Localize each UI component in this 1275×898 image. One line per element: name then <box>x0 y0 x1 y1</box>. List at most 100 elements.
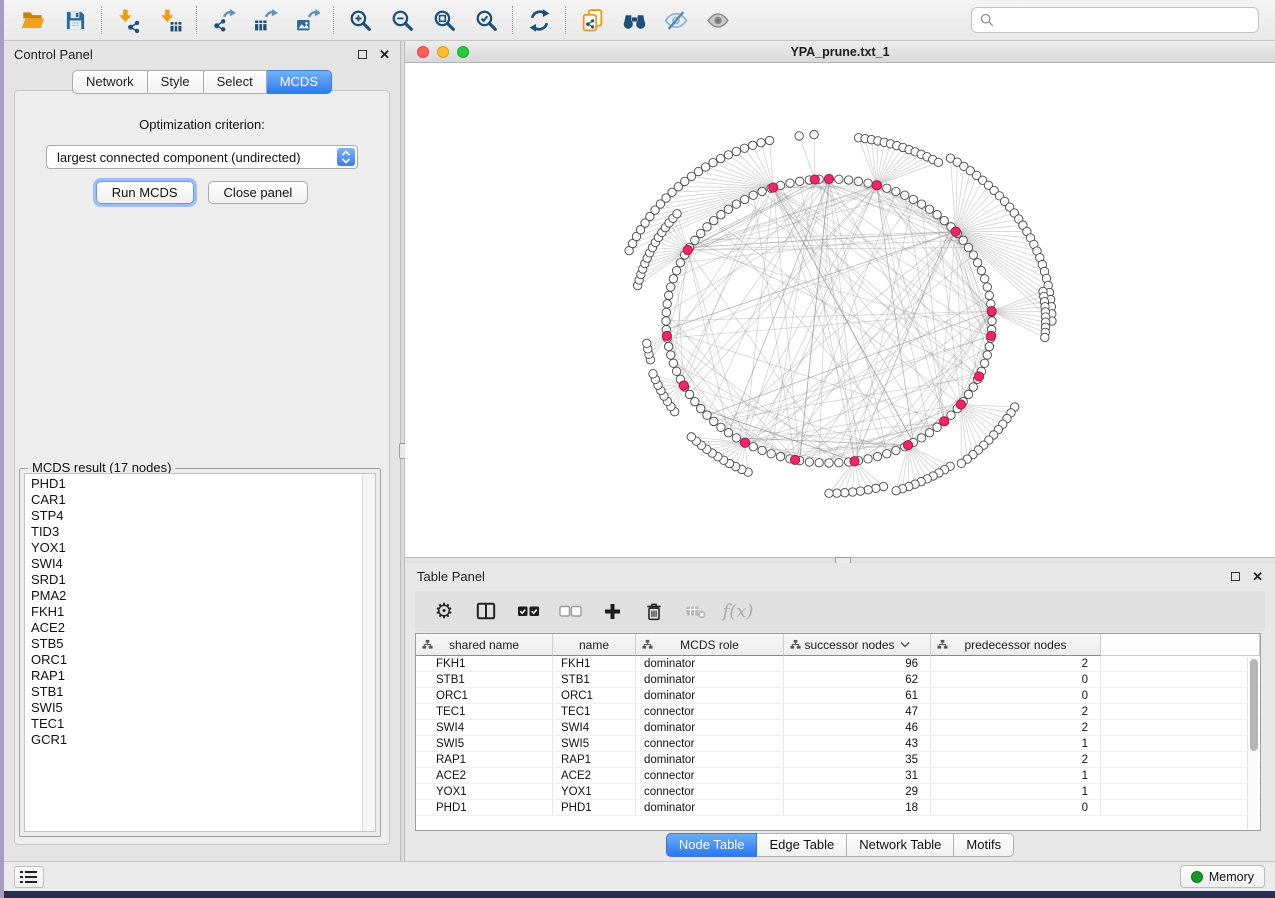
tab-network-table[interactable]: Network Table <box>847 833 954 857</box>
minimize-window-icon[interactable] <box>437 46 449 58</box>
run-mcds-button[interactable]: Run MCDS <box>96 181 194 204</box>
add-column-button[interactable] <box>599 598 625 624</box>
table-cell: 1 <box>931 768 1101 784</box>
mcds-result-item[interactable]: SWI4 <box>31 556 361 572</box>
close-panel-button[interactable]: Close panel <box>208 181 309 204</box>
toolbar-separator <box>565 6 566 34</box>
zoom-fit-button[interactable] <box>423 2 465 38</box>
hide-selected-button[interactable] <box>655 2 697 38</box>
table-cell: PHD1 <box>553 800 636 816</box>
tab-node-table[interactable]: Node Table <box>666 833 758 857</box>
export-network-button[interactable] <box>202 2 244 38</box>
table-cell: connector <box>636 736 784 752</box>
mcds-result-item[interactable]: STB1 <box>31 684 361 700</box>
import-network-button[interactable] <box>107 2 149 38</box>
close-window-icon[interactable] <box>417 46 429 58</box>
mcds-result-item[interactable]: YOX1 <box>31 540 361 556</box>
float-panel-icon[interactable] <box>1231 572 1240 581</box>
zoom-in-button[interactable] <box>339 2 381 38</box>
table-cell: 1 <box>931 736 1101 752</box>
mcds-result-item[interactable]: PHD1 <box>31 476 361 492</box>
show-panels-menu-button[interactable] <box>14 866 44 888</box>
memory-button[interactable]: Memory <box>1180 865 1265 888</box>
column-header-mcds-role[interactable]: MCDS role <box>636 634 784 656</box>
table-row[interactable]: FKH1FKH1dominator962 <box>416 656 1260 672</box>
table-row[interactable]: ORC1ORC1dominator610 <box>416 688 1260 704</box>
network-title: YPA_prune.txt_1 <box>790 45 889 59</box>
maximize-window-icon[interactable] <box>457 46 469 58</box>
table-cell: dominator <box>636 720 784 736</box>
mcds-result-list[interactable]: PHD1CAR1STP4TID3YOX1SWI4SRD1PMA2FKH1ACE2… <box>25 474 361 831</box>
table-cell: connector <box>636 768 784 784</box>
network-canvas[interactable] <box>405 63 1275 557</box>
toolbar-separator <box>196 6 197 34</box>
search-box[interactable] <box>971 7 1259 33</box>
refresh-button[interactable] <box>518 2 560 38</box>
table-row[interactable]: PHD1PHD1dominator180 <box>416 800 1260 816</box>
mcds-result-item[interactable]: RAP1 <box>31 668 361 684</box>
zoom-selected-button[interactable] <box>465 2 507 38</box>
close-panel-icon[interactable]: ✕ <box>379 48 390 61</box>
float-panel-icon[interactable] <box>358 50 367 59</box>
export-table-button[interactable] <box>244 2 286 38</box>
table-scrollbar-thumb[interactable] <box>1250 659 1258 751</box>
column-header-name[interactable]: name <box>553 634 636 656</box>
mcds-result-item[interactable]: PMA2 <box>31 588 361 604</box>
table-row[interactable]: TEC1TEC1connector472 <box>416 704 1260 720</box>
table-cell: dominator <box>636 688 784 704</box>
mcds-result-item[interactable]: ACE2 <box>31 620 361 636</box>
mcds-list-scrollbar[interactable] <box>362 474 375 831</box>
mcds-result-item[interactable]: STB5 <box>31 636 361 652</box>
table-row[interactable]: YOX1YOX1connector291 <box>416 784 1260 800</box>
tab-style[interactable]: Style <box>148 70 204 94</box>
select-all-button[interactable] <box>515 598 541 624</box>
mcds-result-item[interactable]: CAR1 <box>31 492 361 508</box>
tab-edge-table[interactable]: Edge Table <box>757 833 847 857</box>
mcds-result-item[interactable]: SWI5 <box>31 700 361 716</box>
table-row[interactable]: SWI5SWI5connector431 <box>416 736 1260 752</box>
export-image-button[interactable] <box>286 2 328 38</box>
table-row[interactable]: STB1STB1dominator620 <box>416 672 1260 688</box>
first-neighbors-button[interactable] <box>613 2 655 38</box>
search-input[interactable] <box>1000 13 1250 27</box>
mcds-result-item[interactable]: TID3 <box>31 524 361 540</box>
column-header-successor-nodes[interactable]: successor nodes <box>784 634 931 656</box>
deselect-all-button[interactable] <box>557 598 583 624</box>
close-panel-icon[interactable]: ✕ <box>1252 570 1263 583</box>
mcds-result-item[interactable]: TEC1 <box>31 716 361 732</box>
mcds-result-item[interactable]: FKH1 <box>31 604 361 620</box>
table-cell: SWI4 <box>553 720 636 736</box>
criterion-dropdown[interactable]: largest connected component (undirected) <box>46 145 358 169</box>
mcds-result-item[interactable]: STP4 <box>31 508 361 524</box>
column-header-shared-name[interactable]: shared name <box>416 634 553 656</box>
memory-status-icon <box>1191 871 1203 883</box>
tab-select[interactable]: Select <box>204 70 267 94</box>
tab-motifs[interactable]: Motifs <box>954 833 1014 857</box>
mcds-result-item[interactable]: ORC1 <box>31 652 361 668</box>
table-cell: dominator <box>636 672 784 688</box>
table-row[interactable]: ACE2ACE2connector311 <box>416 768 1260 784</box>
table-mode-button[interactable]: ⚙ <box>431 598 457 624</box>
table-row[interactable]: RAP1RAP1dominator352 <box>416 752 1260 768</box>
table-cell: 0 <box>931 800 1101 816</box>
checked-boxes-icon <box>517 603 540 619</box>
tab-mcds[interactable]: MCDS <box>267 70 332 94</box>
mcds-result-item[interactable]: GCR1 <box>31 732 361 748</box>
memory-label: Memory <box>1209 870 1254 884</box>
open-file-button[interactable] <box>12 2 54 38</box>
mcds-result-item[interactable]: SRD1 <box>31 572 361 588</box>
hierarchy-icon <box>790 639 801 653</box>
clone-network-button[interactable] <box>571 2 613 38</box>
delete-column-button[interactable] <box>641 598 667 624</box>
import-table-button[interactable] <box>149 2 191 38</box>
tab-network[interactable]: Network <box>72 70 148 94</box>
table-cell: dominator <box>636 752 784 768</box>
show-columns-button[interactable] <box>473 598 499 624</box>
table-scrollbar[interactable] <box>1247 657 1259 829</box>
column-header-predecessor-nodes[interactable]: predecessor nodes <box>931 634 1101 656</box>
table-cell <box>1101 656 1260 672</box>
zoom-out-button[interactable] <box>381 2 423 38</box>
table-row[interactable]: SWI4SWI4dominator462 <box>416 720 1260 736</box>
save-session-button[interactable] <box>54 2 96 38</box>
show-all-button[interactable] <box>697 2 739 38</box>
